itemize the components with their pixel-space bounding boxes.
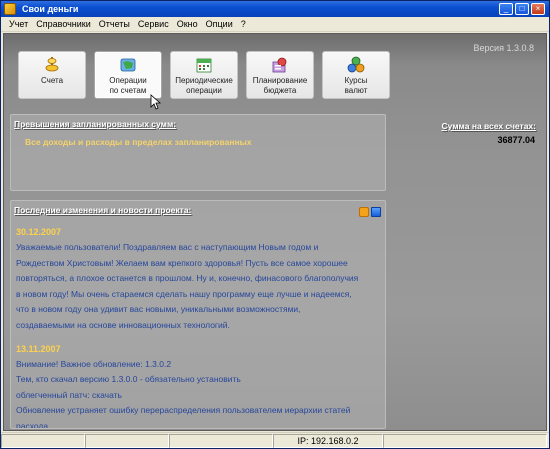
mouse-pointer-icon (150, 94, 162, 110)
title-bar[interactable]: Свои деньги _ □ × (1, 1, 549, 17)
news-line: Уважаемые пользователи! Поздравляем вас … (16, 242, 319, 252)
budget-planning-button[interactable]: Планирование бюджета (246, 51, 314, 99)
news-line: Обновление устраняет ошибку перераспреде… (16, 405, 351, 416)
close-button[interactable]: × (531, 3, 545, 15)
menu-reports[interactable]: Отчеты (95, 19, 134, 29)
news-line: Тем, кто скачал версию 1.3.0.0 - обязате… (16, 374, 241, 385)
news-line: Внимание! Важное обновление: 1.3.0.2 (16, 358, 172, 369)
news-date: 30.12.2007 (16, 227, 62, 237)
news-item: 30.12.2007 Уважаемые пользователи! Поздр… (16, 227, 378, 334)
news-line: повторяться, а плохое останется в прошло… (16, 273, 359, 284)
status-cell (383, 434, 547, 448)
version-label: Версия 1.3.0.8 (473, 43, 534, 53)
budget-planning-label: Планирование бюджета (252, 76, 308, 95)
account-operations-label: Операции по счетам (109, 76, 147, 95)
status-ip: IP: 192.168.0.2 (273, 434, 383, 448)
news-title: Последние изменения и новости проекта: (14, 205, 192, 215)
toolbar: Счета Операции по счетам Периодические о… (18, 51, 390, 99)
app-window: Свои деньги _ □ × Учет Справочники Отчет… (0, 0, 550, 449)
total-label: Сумма на всех счетах: (441, 121, 536, 131)
window-title: Свои деньги (22, 4, 79, 14)
news-line: создаваемыми на основе инновационных тех… (16, 319, 230, 330)
periodic-operations-label: Периодические операции (175, 76, 233, 95)
currency-rates-button[interactable]: Курсы валют (322, 51, 390, 99)
app-icon (4, 3, 16, 15)
menu-accounting[interactable]: Учет (5, 19, 32, 29)
coins-icon (45, 57, 59, 72)
news-line: Рождеством Христовым! Желаем вам крепког… (16, 257, 348, 268)
periodic-operations-button[interactable]: Периодические операции (170, 51, 238, 99)
maximize-button[interactable]: □ (515, 3, 529, 15)
menu-options[interactable]: Опции (202, 19, 237, 29)
news-line: расхода (16, 420, 49, 429)
total-value: 36877.04 (497, 135, 535, 145)
status-cell (1, 434, 85, 448)
news-item: 13.11.2007 Внимание! Важное обновление: … (16, 343, 378, 429)
news-body: 30.12.2007 Уважаемые пользователи! Поздр… (16, 227, 378, 429)
status-cell (85, 434, 169, 448)
window-icon[interactable] (371, 207, 381, 217)
currency-icon (347, 56, 365, 73)
status-cell (169, 434, 273, 448)
account-operations-button[interactable]: Операции по счетам (94, 51, 162, 99)
accounts-button[interactable]: Счета (18, 51, 86, 99)
window-controls: _ □ × (499, 3, 545, 15)
news-icons (359, 207, 381, 217)
planning-icon (272, 57, 287, 73)
menu-references[interactable]: Справочники (32, 19, 95, 29)
currency-rates-label: Курсы валют (344, 76, 368, 95)
rss-icon[interactable] (359, 207, 369, 217)
news-date: 13.11.2007 (16, 343, 61, 354)
accounts-label: Счета (40, 76, 64, 85)
main-area: Версия 1.3.0.8 Счета Операции по счетам (3, 33, 547, 431)
menu-window[interactable]: Окно (173, 19, 202, 29)
menu-bar: Учет Справочники Отчеты Сервис Окно Опци… (1, 17, 549, 32)
exceed-panel: Превышения запланированных сумм: Все дох… (10, 114, 386, 191)
news-line[interactable]: облегченный патч: скачать (16, 388, 378, 404)
exceed-title: Превышения запланированных сумм: (14, 119, 177, 129)
exceed-message: Все доходы и расходы в пределах запланир… (25, 137, 252, 147)
news-panel: Последние изменения и новости проекта: 3… (10, 200, 386, 429)
calendar-icon (196, 58, 212, 73)
status-bar: IP: 192.168.0.2 (1, 432, 549, 448)
menu-help[interactable]: ? (237, 19, 250, 29)
menu-service[interactable]: Сервис (134, 19, 173, 29)
news-line: в новом году! Мы очень стараемся сделать… (16, 288, 352, 299)
globe-icon (120, 58, 136, 72)
news-line: что в новом году она удивит вас новыми, … (16, 304, 301, 315)
minimize-button[interactable]: _ (499, 3, 513, 15)
